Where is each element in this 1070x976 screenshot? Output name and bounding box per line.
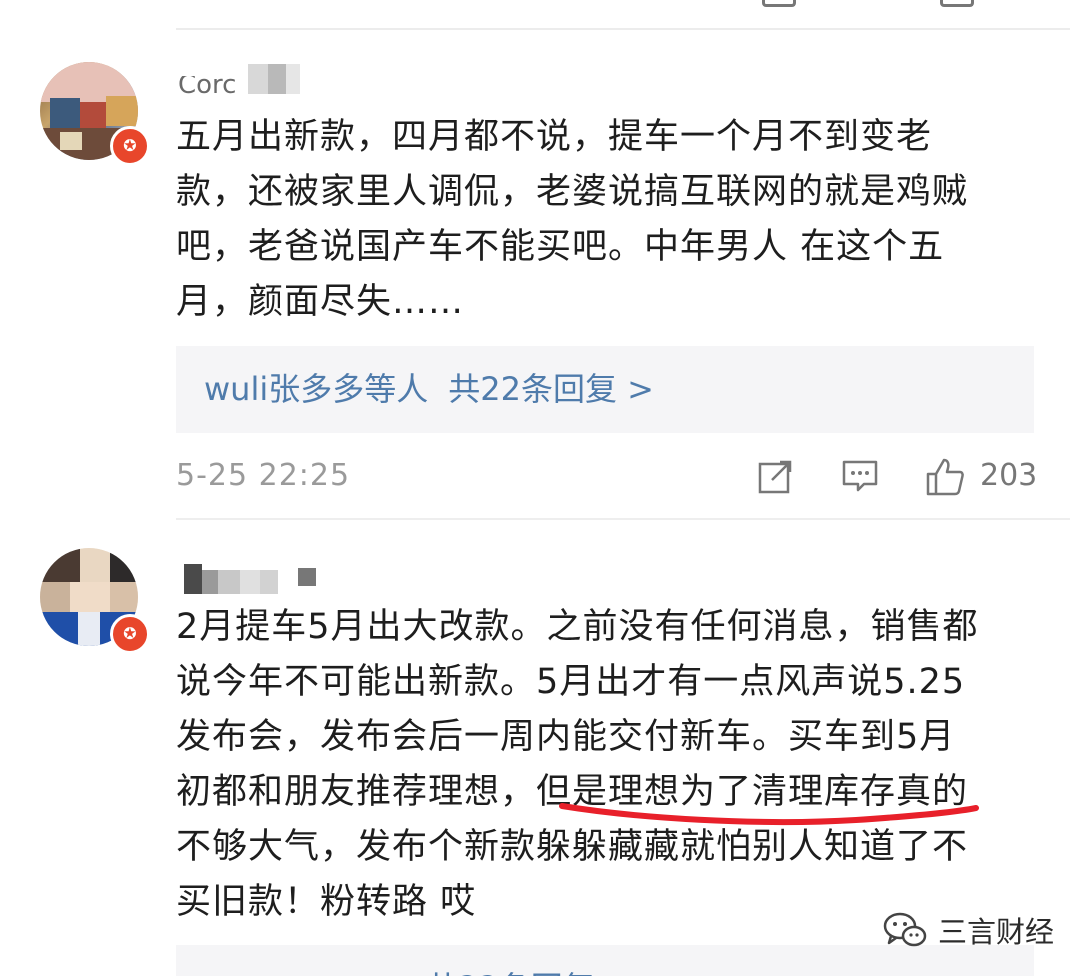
share-icon[interactable] bbox=[756, 456, 796, 496]
watermark-label: 三言财经 bbox=[938, 915, 1055, 949]
comment-line: 发布会，发布会后一周内能交付新车。买车到5月 bbox=[176, 717, 956, 757]
wechat-icon bbox=[883, 912, 927, 947]
comment-line: 2月提车5月出大改款。之前没有任何消息，销售都 bbox=[176, 607, 979, 647]
username: Corc bbox=[178, 76, 237, 94]
comment-line: 月，颜面尽失…… bbox=[176, 282, 465, 322]
reply-count[interactable]: 共22条回复 bbox=[426, 963, 595, 976]
comment-body: 五月出新款，四月都不说，提车一个月不到变老 款，还被家里人调侃，老婆说搞互联网的… bbox=[176, 110, 1046, 330]
thumbs-up-icon[interactable] bbox=[924, 456, 966, 498]
comment-line: 吧，老爸说国产车不能买吧。中年男人 在这个五 bbox=[176, 227, 945, 267]
comment-line: 买旧款！粉转路 哎 bbox=[176, 882, 477, 922]
star-badge-icon: ✪ bbox=[110, 126, 150, 166]
comment-icon[interactable] bbox=[840, 456, 880, 496]
replies-link[interactable]: wuli张多多等人 共22条回复 > bbox=[204, 364, 654, 410]
star-badge-icon: ✪ bbox=[110, 614, 150, 654]
divider bbox=[176, 518, 1070, 520]
comment-thread-page: ✪ Corc 五月出新款，四月都不说，提车一个月不到变老 款，还被家里人调侃，老… bbox=[0, 0, 1070, 976]
divider bbox=[176, 28, 1070, 30]
reply-authors[interactable]: wuli张多多等人 bbox=[204, 370, 428, 408]
comment-meta: 5-25 22:25 203 bbox=[176, 452, 1038, 502]
username-pixelation bbox=[184, 564, 324, 594]
comment-line: 初都和朋友推荐理想，但是理想为了清理库存真的 bbox=[176, 772, 969, 812]
comment-line: 不够大气，发布个新款躲躲藏藏就怕别人知道了不 bbox=[176, 827, 969, 867]
comment-line: 五月出新款，四月都不说，提车一个月不到变老 bbox=[176, 117, 933, 157]
replies-preview[interactable]: wuli张多多等人 共22条回复 > bbox=[176, 346, 1034, 433]
username-redacted[interactable]: Corc bbox=[178, 64, 308, 94]
comment-line: 说今年不可能出新款。5月出才有一点风声说5.25 bbox=[176, 662, 966, 702]
like-count: 203 bbox=[980, 458, 1038, 493]
comment-line: 款，还被家里人调侃，老婆说搞互联网的就是鸡贼 bbox=[176, 172, 969, 212]
reply-count[interactable]: 共22条回复 > bbox=[448, 370, 654, 408]
comment-body: 2月提车5月出大改款。之前没有任何消息，销售都 说今年不可能出新款。5月出才有一… bbox=[176, 600, 1046, 930]
reply-icon[interactable] bbox=[940, 0, 974, 7]
share-icon[interactable] bbox=[762, 0, 796, 7]
timestamp: 5-25 22:25 bbox=[176, 458, 351, 493]
watermark: 三言财经 bbox=[882, 908, 1054, 952]
